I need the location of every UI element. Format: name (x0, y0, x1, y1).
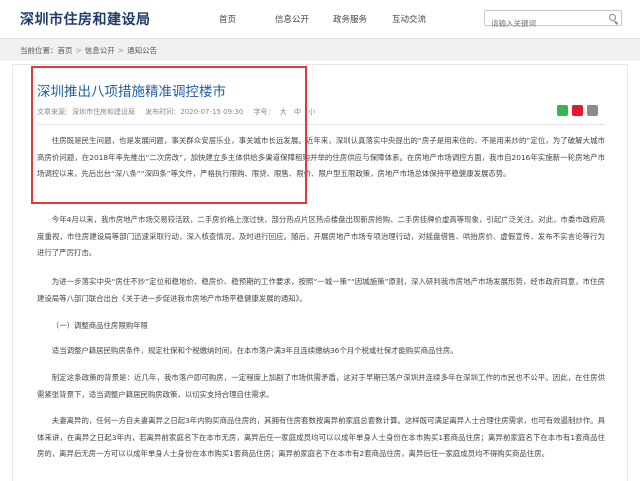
breadcrumb-separator: > (117, 46, 125, 55)
breadcrumb-info-disclosure[interactable]: 信息公开 (85, 46, 115, 55)
top-header: 深圳市住房和建设局 首页 信息公开 政务服务 互动交流 (0, 0, 640, 39)
article-paragraph: 适当调整户籍居民购房条件，规定社保和个税缴纳时间，在本市落户满3年且连续缴纳36… (51, 346, 458, 355)
nav-home[interactable]: 首页 (219, 13, 236, 25)
nav-info-disclosure[interactable]: 信息公开 (275, 13, 309, 25)
highlight-box (31, 66, 307, 204)
nav-government-services[interactable]: 政务服务 (333, 13, 367, 25)
print-icon[interactable] (587, 105, 598, 116)
article-subheading: （一）调整商品住房限购年限 (51, 321, 148, 330)
site-title[interactable]: 深圳市住房和建设局 (20, 9, 151, 29)
article-paragraph: 制定这条政策的背景是：近几年，我市落户即可购房，一定程度上加剧了市场供需矛盾，这… (37, 373, 605, 399)
breadcrumb-notices[interactable]: 通知公告 (127, 46, 157, 55)
breadcrumb-bar: 当前位置：首页 > 信息公开 > 通知公告 (0, 39, 640, 61)
nav-interaction[interactable]: 互动交流 (392, 13, 426, 25)
article-paragraph: 夫妻离异的，任何一方自夫妻离异之日起3年内购买商品住房的，其拥有住房套数按离异前… (37, 416, 605, 458)
breadcrumb-home[interactable]: 首页 (58, 46, 73, 55)
article-paragraph: 今年4月以来，我市房地产市场交易较活跃，二手房价格上涨过快，部分热点片区热点楼盘… (37, 215, 605, 257)
breadcrumb: 当前位置：首页 > 信息公开 > 通知公告 (20, 45, 157, 56)
breadcrumb-label: 当前位置： (20, 46, 58, 55)
wechat-share-icon[interactable] (557, 105, 568, 116)
breadcrumb-separator: > (75, 46, 82, 55)
search-box[interactable] (484, 10, 622, 31)
font-size-small[interactable]: 小 (308, 108, 315, 116)
search-icon[interactable] (609, 14, 616, 21)
weibo-share-icon[interactable] (572, 105, 583, 116)
search-input[interactable] (485, 16, 601, 31)
article-paragraph: 为进一步落实中央“房住不炒”定位和稳地价、稳房价、稳预期的工作要求，按照“一城一… (37, 277, 605, 303)
